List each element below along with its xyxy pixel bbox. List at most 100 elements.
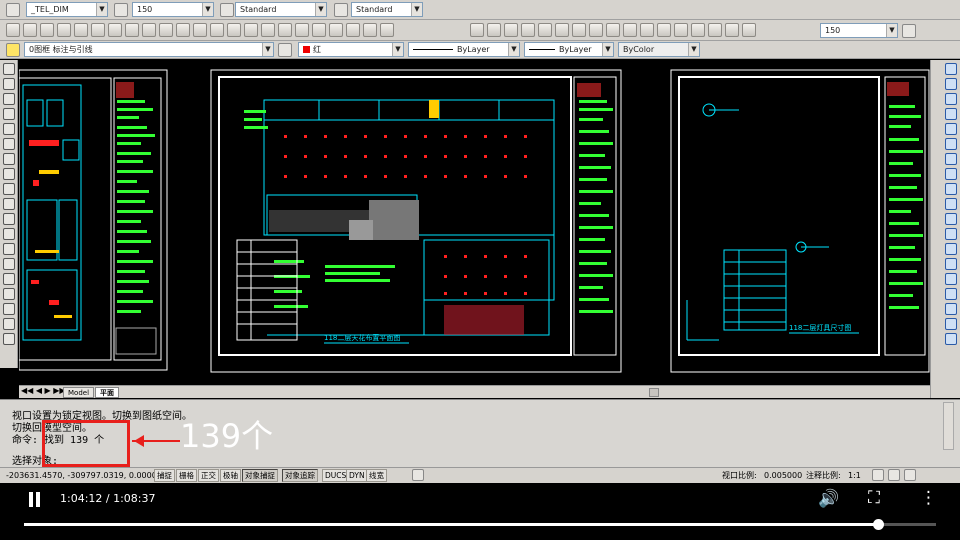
markup-icon[interactable] <box>346 23 360 37</box>
table-icon[interactable] <box>3 318 15 330</box>
radius-icon[interactable] <box>538 23 552 37</box>
region-icon[interactable] <box>3 303 15 315</box>
angular-icon[interactable] <box>589 23 603 37</box>
layer-select[interactable]: 0图框 标注与引线 ▼ <box>24 42 274 57</box>
jogged-icon[interactable] <box>555 23 569 37</box>
tablestyle-icon[interactable] <box>334 3 348 17</box>
move-icon[interactable] <box>945 138 957 150</box>
join-icon[interactable] <box>945 258 957 270</box>
arc-icon[interactable] <box>3 138 15 150</box>
save-icon[interactable] <box>40 23 54 37</box>
copy-icon[interactable] <box>125 23 139 37</box>
properties-icon[interactable] <box>278 23 292 37</box>
help-icon[interactable] <box>380 23 394 37</box>
pause-icon[interactable] <box>28 492 42 508</box>
trim-icon[interactable] <box>945 198 957 210</box>
toggle-lineweight[interactable]: 线宽 <box>366 469 387 482</box>
array-icon[interactable] <box>945 123 957 135</box>
extend-icon[interactable] <box>945 213 957 225</box>
toggle-snap[interactable]: 捕捉 <box>154 469 175 482</box>
auto-scale-icon[interactable] <box>888 469 900 481</box>
open-icon[interactable] <box>23 23 37 37</box>
hatch-icon[interactable] <box>3 273 15 285</box>
mirror-icon[interactable] <box>945 93 957 105</box>
dimstyle-mgr-icon[interactable] <box>902 24 916 38</box>
polyline-icon[interactable] <box>3 93 15 105</box>
plotstyle-select[interactable]: ByColor ▼ <box>618 42 700 57</box>
dim-update-icon[interactable] <box>742 23 756 37</box>
stretch-icon[interactable] <box>945 183 957 195</box>
toggle-polar[interactable]: 极轴 <box>220 469 241 482</box>
mtext-icon[interactable] <box>3 333 15 345</box>
diameter-icon[interactable] <box>572 23 586 37</box>
color-select[interactable]: 红 ▼ <box>298 42 404 57</box>
toggle-ortho[interactable]: 正交 <box>198 469 219 482</box>
ordinate-icon[interactable] <box>521 23 535 37</box>
break-icon[interactable] <box>945 243 957 255</box>
revcloud-icon[interactable] <box>3 168 15 180</box>
more-options-icon[interactable]: ⋮ <box>920 488 937 508</box>
dimension-tools[interactable] <box>470 23 756 37</box>
gradient-icon[interactable] <box>3 288 15 300</box>
aligned-dim-icon[interactable] <box>487 23 501 37</box>
print-icon[interactable] <box>57 23 71 37</box>
horizontal-scrollbar-thumb[interactable] <box>649 388 659 397</box>
exit-fullscreen-icon[interactable]: ⛶ <box>868 488 880 508</box>
undo-icon[interactable] <box>176 23 190 37</box>
preview-icon[interactable] <box>74 23 88 37</box>
drawing-canvas[interactable]: 118二层天花布置平面图 118二层灯具尺寸图 <box>19 60 930 385</box>
tolerance-icon[interactable] <box>674 23 688 37</box>
scroll-up-icon[interactable] <box>945 318 957 330</box>
scale-icon[interactable] <box>945 168 957 180</box>
qleader-icon[interactable] <box>657 23 671 37</box>
polygon-icon[interactable] <box>3 108 15 120</box>
publish-icon[interactable] <box>91 23 105 37</box>
linetype-select[interactable]: ByLayer ▼ <box>408 42 520 57</box>
make-block-icon[interactable] <box>3 243 15 255</box>
volume-icon[interactable]: 🔊 <box>818 489 839 509</box>
explode-icon[interactable] <box>945 303 957 315</box>
insert-block-icon[interactable] <box>3 228 15 240</box>
xline-icon[interactable] <box>3 78 15 90</box>
linear-dim-icon[interactable] <box>470 23 484 37</box>
redo-icon[interactable] <box>193 23 207 37</box>
calculator-icon[interactable] <box>363 23 377 37</box>
annotation-visibility-icon[interactable] <box>872 469 884 481</box>
scale-select[interactable]: 150 ▼ <box>820 23 898 38</box>
circle-icon[interactable] <box>3 153 15 165</box>
toggle-grid[interactable]: 栅格 <box>176 469 197 482</box>
lineweight-select[interactable]: ByLayer ▼ <box>524 42 614 57</box>
ellipse-arc-icon[interactable] <box>3 213 15 225</box>
design-center-icon[interactable] <box>295 23 309 37</box>
pan-icon[interactable] <box>210 23 224 37</box>
annotation-scale-value[interactable]: 1:1 <box>848 468 861 483</box>
toggle-dyn[interactable]: DYN <box>346 469 368 482</box>
chamfer-icon[interactable] <box>945 273 957 285</box>
dimstyle-select[interactable]: _TEL_DIM ▼ <box>26 2 108 17</box>
layer-props-icon[interactable] <box>6 43 20 57</box>
dimscale-select[interactable]: 150 ▼ <box>132 2 214 17</box>
viewport-icon[interactable] <box>412 469 424 481</box>
progress-track[interactable] <box>24 519 936 530</box>
layer-previous-icon[interactable] <box>278 43 292 57</box>
rotate-icon[interactable] <box>945 153 957 165</box>
ellipse-icon[interactable] <box>3 198 15 210</box>
copy-object-icon[interactable] <box>945 78 957 90</box>
erase-icon[interactable] <box>945 63 957 75</box>
text-style-icon[interactable] <box>6 3 20 17</box>
lock-icon[interactable] <box>904 469 916 481</box>
progress-knob[interactable] <box>872 519 884 530</box>
paste-icon[interactable] <box>142 23 156 37</box>
command-window[interactable]: 视口设置为锁定视图。切换到图纸空间。 切换回模型空间。 命令: 找到 139 个… <box>0 399 960 467</box>
tool-palette-icon[interactable] <box>312 23 326 37</box>
sheet-set-icon[interactable] <box>329 23 343 37</box>
tablestyle-select[interactable]: Standard ▼ <box>351 2 423 17</box>
textstyle-select[interactable]: Standard ▼ <box>235 2 327 17</box>
fillet-icon[interactable] <box>945 288 957 300</box>
command-scrollbar[interactable] <box>943 402 954 450</box>
zoom-prev-icon[interactable] <box>261 23 275 37</box>
tab-nav-arrows[interactable]: ◀◀ ◀ ▶ ▶▶ <box>21 386 66 395</box>
scroll-down-icon[interactable] <box>945 333 957 345</box>
arc-length-icon[interactable] <box>504 23 518 37</box>
line-icon[interactable] <box>3 63 15 75</box>
